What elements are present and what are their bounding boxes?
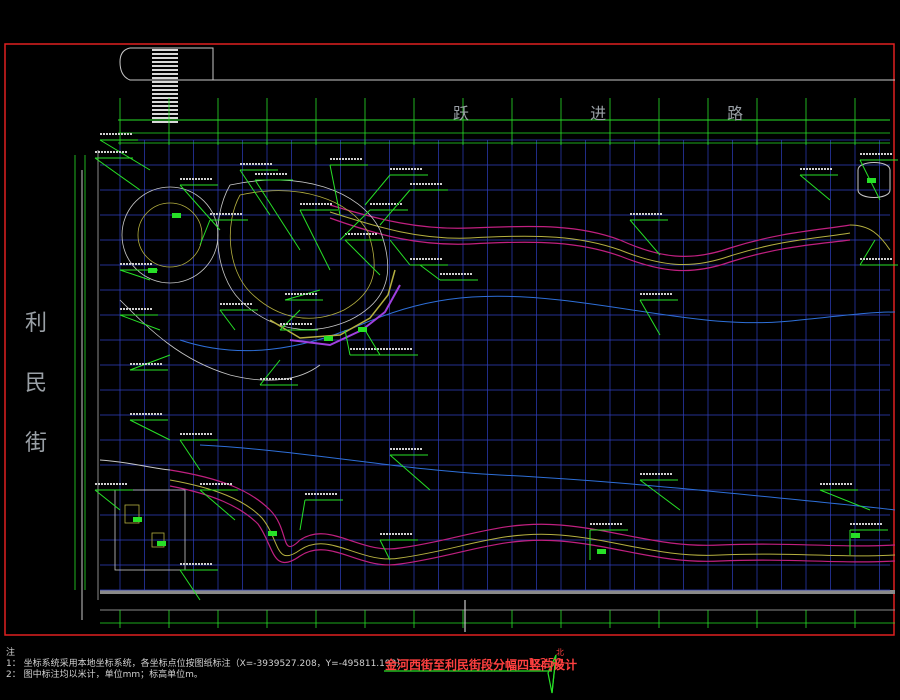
elevation-marker [157,541,166,546]
north-label: 北 [556,648,564,657]
leader-line [94,489,121,511]
leader-line [639,479,681,511]
leader-line [259,359,281,386]
leader-line [179,439,201,471]
leader-line [219,309,236,331]
road-edge-top-left [119,47,213,81]
lower-left-structure [114,489,186,571]
leader-line [344,329,351,356]
street-label-top: 跃 进 路 [453,104,802,123]
leader-line [859,239,876,266]
coordinate-leaders [94,133,898,601]
leader-line [364,329,381,356]
leader-line [639,299,661,336]
elevation-marker [597,549,606,554]
leader-line [379,189,411,226]
leader-line [389,454,431,491]
drawing-scale: 1:250 [528,656,563,670]
road-edge-top [130,47,895,81]
leader-line [279,309,301,331]
leader-line [284,289,321,301]
notes-heading: 注 [6,648,16,658]
leader-line [799,174,831,201]
note-2: 2： 图中标注均以米计，单位mm；标高单位m。 [6,670,203,680]
street-label-left-3: 街 [24,431,47,456]
grid-lines [100,139,890,591]
zebra-crossing [152,49,178,123]
leader-line [199,219,211,246]
leader-line [129,419,171,441]
water-line-lower [199,444,896,511]
elevation-marker [268,531,277,536]
leader-line [389,239,411,266]
elevation-marker [851,533,860,538]
lower-path [99,459,896,566]
leader-line [819,489,871,511]
elevation-marker [133,517,142,522]
elevation-markers [133,178,876,554]
note-1: 1： 坐标系统采用本地坐标系统，各坐标点位按图纸标注（X=-3939527.20… [6,659,406,669]
leader-line [344,239,381,276]
leader-line [99,139,151,171]
leader-line [859,159,881,201]
leader-line [239,169,271,216]
leader-line [119,314,161,331]
street-label-left-2: 民 [24,371,47,396]
leader-line [419,264,441,281]
leader-line [379,539,391,561]
leader-line [339,209,371,241]
leader-line [129,354,171,371]
leader-line [179,569,201,601]
elevation-marker [324,336,333,341]
elevation-marker [172,213,181,218]
leader-line [119,269,151,281]
street-label-left-1: 利 [24,311,47,336]
leader-line [94,157,141,191]
